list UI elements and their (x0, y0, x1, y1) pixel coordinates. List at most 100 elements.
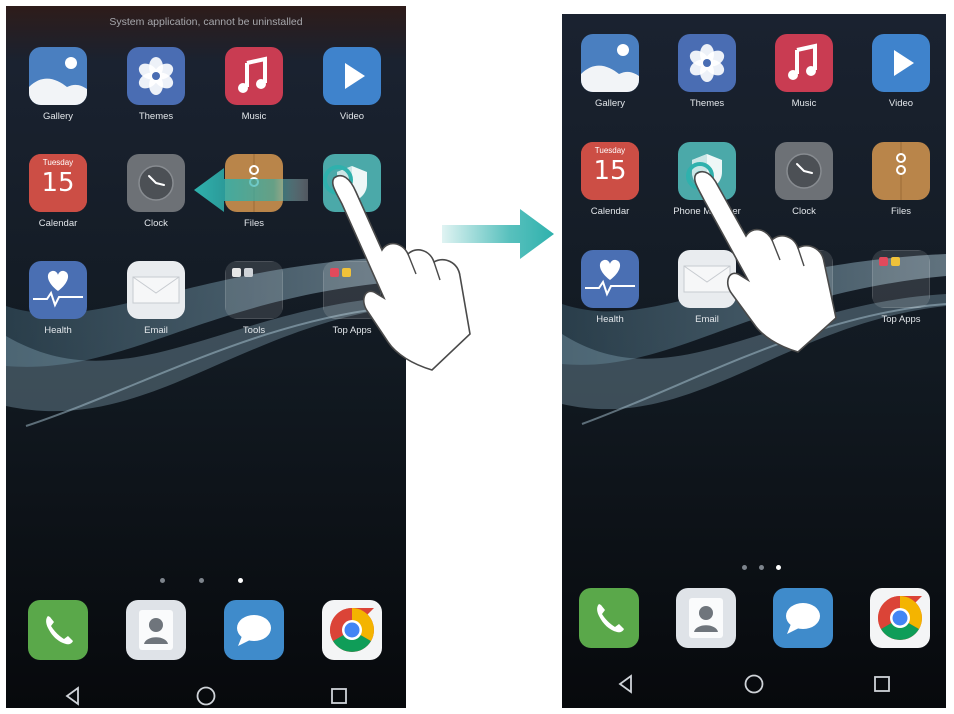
home-button[interactable] (734, 669, 774, 699)
phone-app-icon[interactable] (579, 588, 639, 648)
app-phone-manager[interactable]: Phone Manager (667, 142, 747, 218)
music-app-icon[interactable] (775, 34, 833, 92)
tools-app-icon[interactable] (225, 261, 283, 319)
music-app-icon[interactable] (225, 47, 283, 105)
contacts-app-icon[interactable] (676, 588, 736, 648)
app-files[interactable]: Files (214, 154, 294, 230)
status-message: System application, cannot be uninstalle… (109, 16, 303, 28)
dock-chrome[interactable] (860, 588, 940, 648)
back-triangle-icon (65, 686, 79, 706)
dock-messaging[interactable] (763, 588, 843, 648)
app-health[interactable]: Health (18, 261, 98, 337)
recents-square-icon (331, 688, 348, 704)
messaging-app-icon[interactable] (773, 588, 833, 648)
clock-icon (775, 142, 833, 200)
page-dot[interactable] (742, 565, 747, 570)
app-music[interactable]: Music (214, 47, 294, 123)
phone-app-icon[interactable] (28, 600, 88, 660)
contact-person-icon (126, 600, 186, 660)
clock-app-icon[interactable] (127, 154, 185, 212)
app-calendar[interactable]: Tuesday 15 Calendar (18, 154, 98, 230)
recents-button[interactable] (319, 681, 359, 708)
app-video[interactable]: Video (312, 47, 392, 123)
phone-manager-app-icon[interactable] (678, 142, 736, 200)
app-tools[interactable]: Tools (214, 261, 294, 337)
app-clock[interactable]: Clock (764, 142, 844, 218)
video-app-icon[interactable] (872, 34, 930, 92)
clock-app-icon[interactable] (775, 142, 833, 200)
top-apps-app-icon[interactable] (323, 261, 381, 319)
app-top-apps[interactable]: Top Apps (312, 261, 392, 337)
app-health[interactable]: Health (570, 250, 650, 326)
back-triangle-icon (618, 674, 632, 694)
chrome-icon (322, 600, 382, 660)
gallery-app-icon[interactable] (29, 47, 87, 105)
email-app-icon[interactable] (678, 250, 736, 308)
app-tools[interactable] (764, 250, 844, 326)
files-icon (225, 154, 283, 212)
phone-manager-label: Phone Manager (673, 206, 741, 217)
dock-contacts[interactable] (116, 600, 196, 660)
recents-square-icon (874, 676, 890, 692)
health-heart-icon (29, 261, 87, 319)
tools-app-icon[interactable] (775, 250, 833, 308)
dock-chrome[interactable] (312, 600, 392, 660)
home-button[interactable] (186, 681, 226, 708)
app-files[interactable]: Files (861, 142, 941, 218)
gallery-app-icon[interactable] (581, 34, 639, 92)
chrome-app-icon[interactable] (870, 588, 930, 648)
home-circle-icon (744, 674, 764, 694)
email-label: Email (695, 314, 719, 325)
video-app-icon[interactable] (323, 47, 381, 105)
navigation-bar (562, 662, 946, 706)
messaging-app-icon[interactable] (224, 600, 284, 660)
app-clock[interactable]: Clock (116, 154, 196, 230)
dock-phone[interactable] (18, 600, 98, 660)
health-app-icon[interactable] (581, 250, 639, 308)
page-dot-active[interactable] (776, 565, 781, 570)
app-top-apps[interactable]: Top Apps (861, 250, 941, 326)
top-apps-app-icon[interactable] (872, 250, 930, 308)
contacts-app-icon[interactable] (126, 600, 186, 660)
app-music[interactable]: Music (764, 34, 844, 110)
app-calendar[interactable]: Tuesday 15 Calendar (570, 142, 650, 218)
app-gallery[interactable]: Gallery (18, 47, 98, 123)
health-app-icon[interactable] (29, 261, 87, 319)
app-themes[interactable]: Themes (116, 47, 196, 123)
themes-icon (127, 47, 185, 105)
home-screen-before: System application, cannot be uninstalle… (6, 6, 406, 708)
app-video[interactable]: Video (861, 34, 941, 110)
themes-app-icon[interactable] (678, 34, 736, 92)
dock-contacts[interactable] (666, 588, 746, 648)
back-button[interactable] (53, 681, 93, 708)
app-email[interactable]: Email (667, 250, 747, 326)
speech-bubble-icon (773, 588, 833, 648)
app-themes[interactable]: Themes (667, 34, 747, 110)
chrome-app-icon[interactable] (322, 600, 382, 660)
calendar-app-icon[interactable]: Tuesday 15 (581, 142, 639, 200)
app-email[interactable]: Email (116, 261, 196, 337)
page-dot[interactable] (199, 578, 204, 583)
page-dot[interactable] (160, 578, 165, 583)
app-gallery[interactable]: Gallery (570, 34, 650, 110)
files-app-icon[interactable] (872, 142, 930, 200)
email-app-icon[interactable] (127, 261, 185, 319)
page-dot-active[interactable] (238, 578, 243, 583)
health-label: Health (44, 325, 72, 336)
back-button[interactable] (606, 669, 646, 699)
files-app-icon[interactable] (225, 154, 283, 212)
dock-messaging[interactable] (214, 600, 294, 660)
top-apps-folder-icon (323, 261, 381, 319)
music-label: Music (791, 98, 817, 109)
gallery-label: Gallery (42, 111, 74, 122)
themes-label: Themes (138, 111, 174, 122)
calendar-label: Calendar (38, 218, 78, 229)
calendar-app-icon[interactable]: Tuesday 15 (29, 154, 87, 212)
phone-manager-app-icon[interactable] (323, 154, 381, 212)
app-phone-manager[interactable] (312, 154, 392, 230)
themes-app-icon[interactable] (127, 47, 185, 105)
phone-manager-shield-icon (678, 142, 736, 200)
recents-button[interactable] (862, 669, 902, 699)
dock-phone[interactable] (569, 588, 649, 648)
page-dot[interactable] (759, 565, 764, 570)
